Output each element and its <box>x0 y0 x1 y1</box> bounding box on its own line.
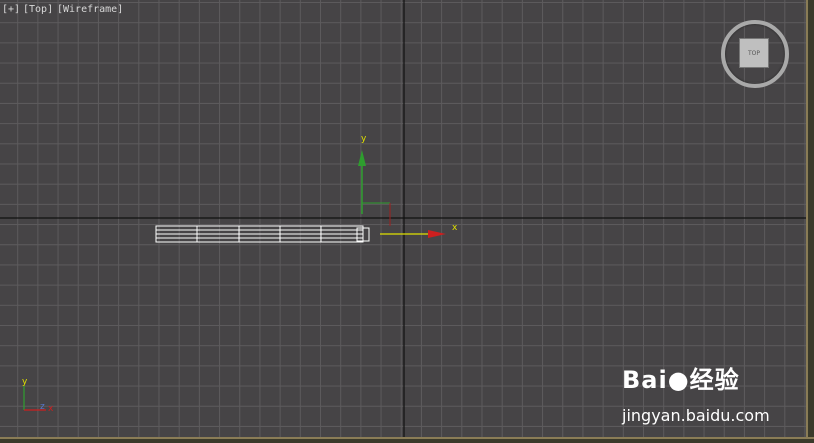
selected-wireframe-object <box>155 225 370 243</box>
tripod-x-label: x <box>48 404 54 414</box>
gizmo-x-arrowhead <box>428 230 446 238</box>
watermark-brand-suffix: 经验 <box>689 366 740 394</box>
viewcube-top-face[interactable]: TOP <box>739 38 769 68</box>
top-viewport[interactable]: [+] [Top] [Wireframe] x y y x z TOP Bai●… <box>0 0 806 437</box>
paw-icon: ● <box>667 366 690 394</box>
viewcube[interactable]: TOP <box>719 18 789 88</box>
gizmo-y-arrowhead <box>358 150 366 166</box>
gizmo-x-label: x <box>452 223 458 233</box>
watermark-url: jingyan.baidu.com <box>622 406 770 425</box>
viewport-border-bottom <box>0 437 814 443</box>
watermark-brand-text: Bai <box>622 366 668 394</box>
watermark: Bai●经验 jingyan.baidu.com <box>622 360 772 430</box>
watermark-brand: Bai●经验 <box>622 360 740 395</box>
tripod-y-label: y <box>22 377 28 387</box>
viewport-border-right <box>806 0 814 443</box>
gizmo-y-label: y <box>361 134 367 144</box>
tripod-z-label: z <box>40 402 45 412</box>
transform-gizmo: x y <box>358 134 458 238</box>
corner-axis-tripod: y x z <box>22 377 54 414</box>
